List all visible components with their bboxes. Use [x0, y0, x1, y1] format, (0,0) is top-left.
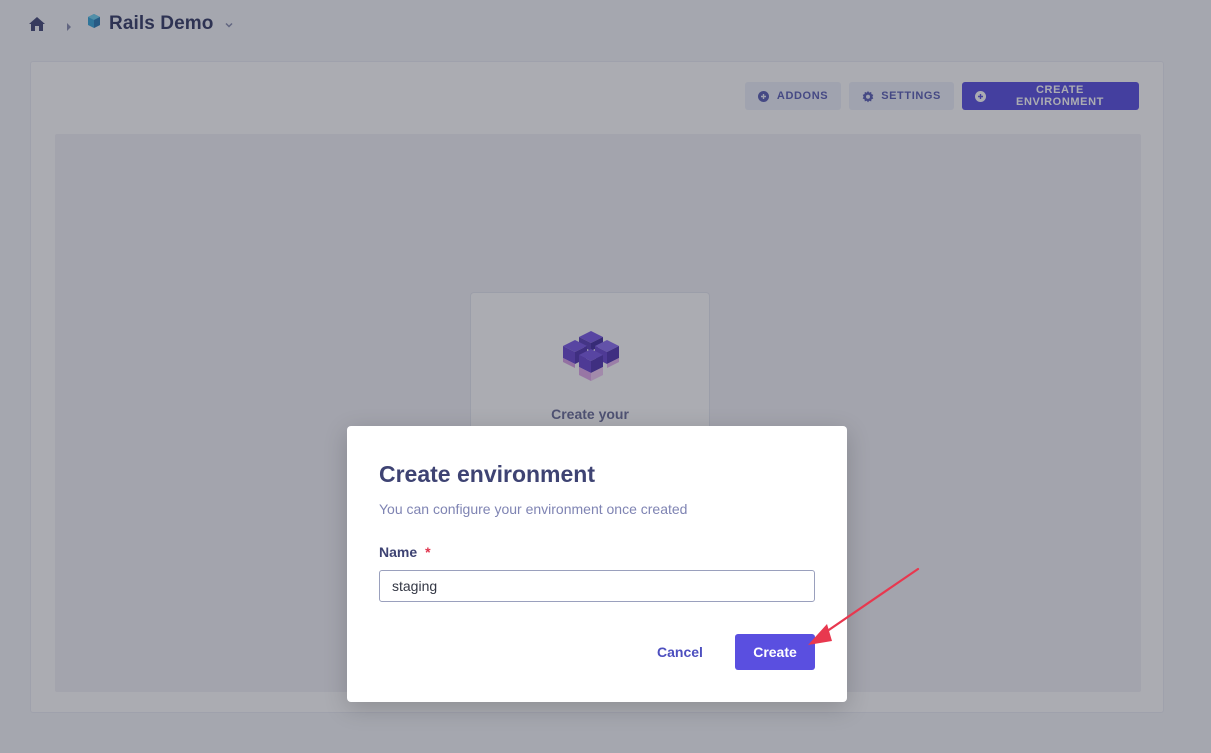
name-label-text: Name — [379, 544, 418, 560]
dialog-subtitle: You can configure your environment once … — [379, 501, 688, 517]
name-field-label: Name * — [379, 544, 431, 560]
dialog-title: Create environment — [379, 461, 596, 487]
create-environment-dialog: Create environment You can configure you… — [347, 426, 847, 702]
cancel-button[interactable]: Cancel — [646, 634, 714, 670]
annotation-arrow-icon — [808, 567, 920, 645]
required-marker: * — [425, 544, 431, 560]
environment-name-input[interactable] — [379, 570, 815, 602]
